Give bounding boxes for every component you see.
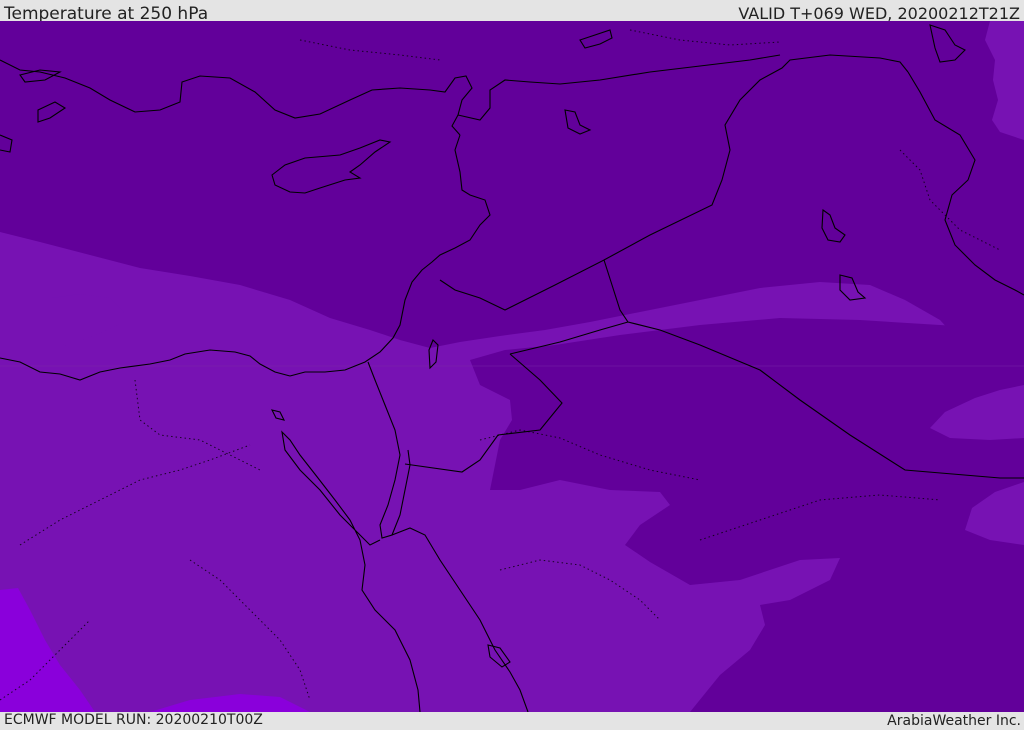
temperature-map [0,21,1024,712]
footer-bar: ECMWF MODEL RUN: 20200210T00Z ArabiaWeat… [0,712,1024,729]
model-run-label: ECMWF MODEL RUN: 20200210T00Z [4,712,263,728]
header-bar: Temperature at 250 hPa VALID T+069 WED, … [0,0,1024,24]
credit-label: ArabiaWeather Inc. [887,713,1021,729]
